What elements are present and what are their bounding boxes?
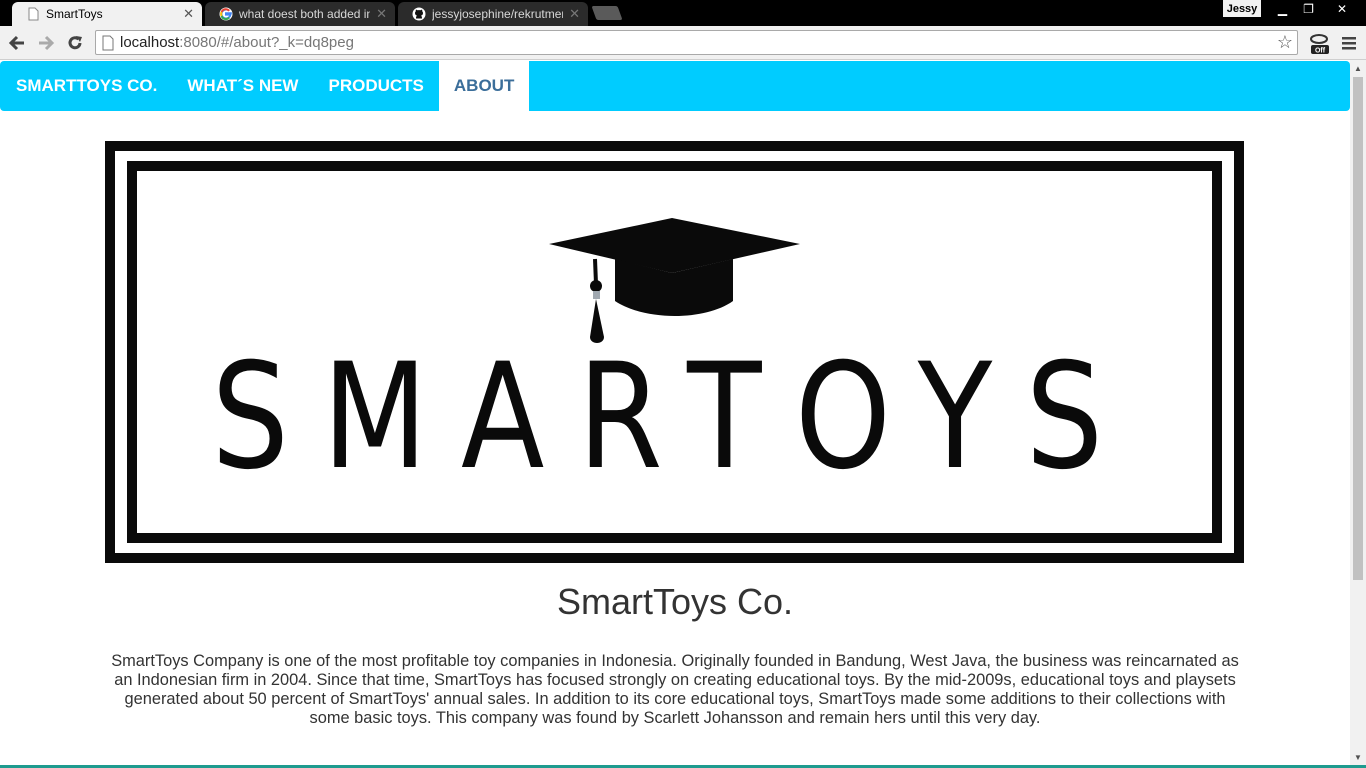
address-url: localhost:8080/#/about?_k=dq8peg <box>120 34 354 51</box>
nav-about[interactable]: ABOUT <box>438 61 530 111</box>
page-viewport: SMARTTOYS CO. WHAT´S NEW PRODUCTS ABOUT … <box>0 60 1350 768</box>
about-title: SmartToys Co. <box>556 581 794 622</box>
logo-wordmark: SMARTOYS <box>212 332 1137 502</box>
page-icon <box>28 7 39 21</box>
graduation-cap-icon <box>549 218 800 343</box>
back-icon[interactable] <box>6 32 28 54</box>
tab-title: what doest both added in <box>239 7 371 21</box>
tab-smarttoys[interactable]: SmartToys ✕ <box>12 2 202 26</box>
scroll-down-icon[interactable]: ▼ <box>1354 753 1362 762</box>
svg-text:Off: Off <box>1315 48 1326 55</box>
close-window-icon[interactable]: ✕ <box>1322 0 1362 18</box>
smartoys-logo: SMARTOYS <box>105 141 1244 563</box>
forward-icon[interactable] <box>35 32 57 54</box>
page-icon <box>102 35 114 50</box>
close-tab-icon[interactable]: ✕ <box>376 6 387 22</box>
brand-link[interactable]: SMARTTOYS CO. <box>0 61 172 111</box>
close-tab-icon[interactable]: ✕ <box>183 6 194 22</box>
address-bar[interactable]: localhost:8080/#/about?_k=dq8peg ☆ <box>95 30 1298 55</box>
minimize-icon[interactable]: ▁ <box>1270 0 1295 18</box>
close-tab-icon[interactable]: ✕ <box>569 6 580 22</box>
github-icon <box>412 7 426 21</box>
bookmark-star-icon[interactable]: ☆ <box>1277 32 1293 53</box>
tab-title: jessyjosephine/rekrutmen <box>432 7 564 21</box>
tab-github[interactable]: jessyjosephine/rekrutmen ✕ <box>398 2 588 26</box>
google-icon <box>219 7 233 21</box>
scrollbar-thumb[interactable] <box>1353 77 1363 580</box>
tab-title: SmartToys <box>46 7 103 21</box>
scroll-up-icon[interactable]: ▲ <box>1354 64 1362 73</box>
new-tab-button[interactable] <box>591 6 623 20</box>
page-scrollbar[interactable]: ▲ ▼ <box>1350 60 1366 768</box>
restore-icon[interactable]: ❐ <box>1296 0 1321 18</box>
profile-button[interactable]: Jessy <box>1223 0 1261 17</box>
nav-whats-new[interactable]: WHAT´S NEW <box>172 61 313 111</box>
menu-icon[interactable] <box>1338 32 1360 54</box>
browser-toolbar: localhost:8080/#/about?_k=dq8peg ☆ Off <box>0 26 1366 60</box>
extension-off-icon[interactable]: Off <box>1309 33 1331 55</box>
nav-products[interactable]: PRODUCTS <box>313 61 438 111</box>
about-description: SmartToys Company is one of the most pro… <box>111 652 1239 727</box>
tab-google-search[interactable]: what doest both added in ✕ <box>205 2 395 26</box>
reload-icon[interactable] <box>64 32 86 54</box>
browser-tabstrip: SmartToys ✕ what doest both added in ✕ j… <box>0 0 1366 26</box>
site-navbar: SMARTTOYS CO. WHAT´S NEW PRODUCTS ABOUT <box>0 61 1350 111</box>
